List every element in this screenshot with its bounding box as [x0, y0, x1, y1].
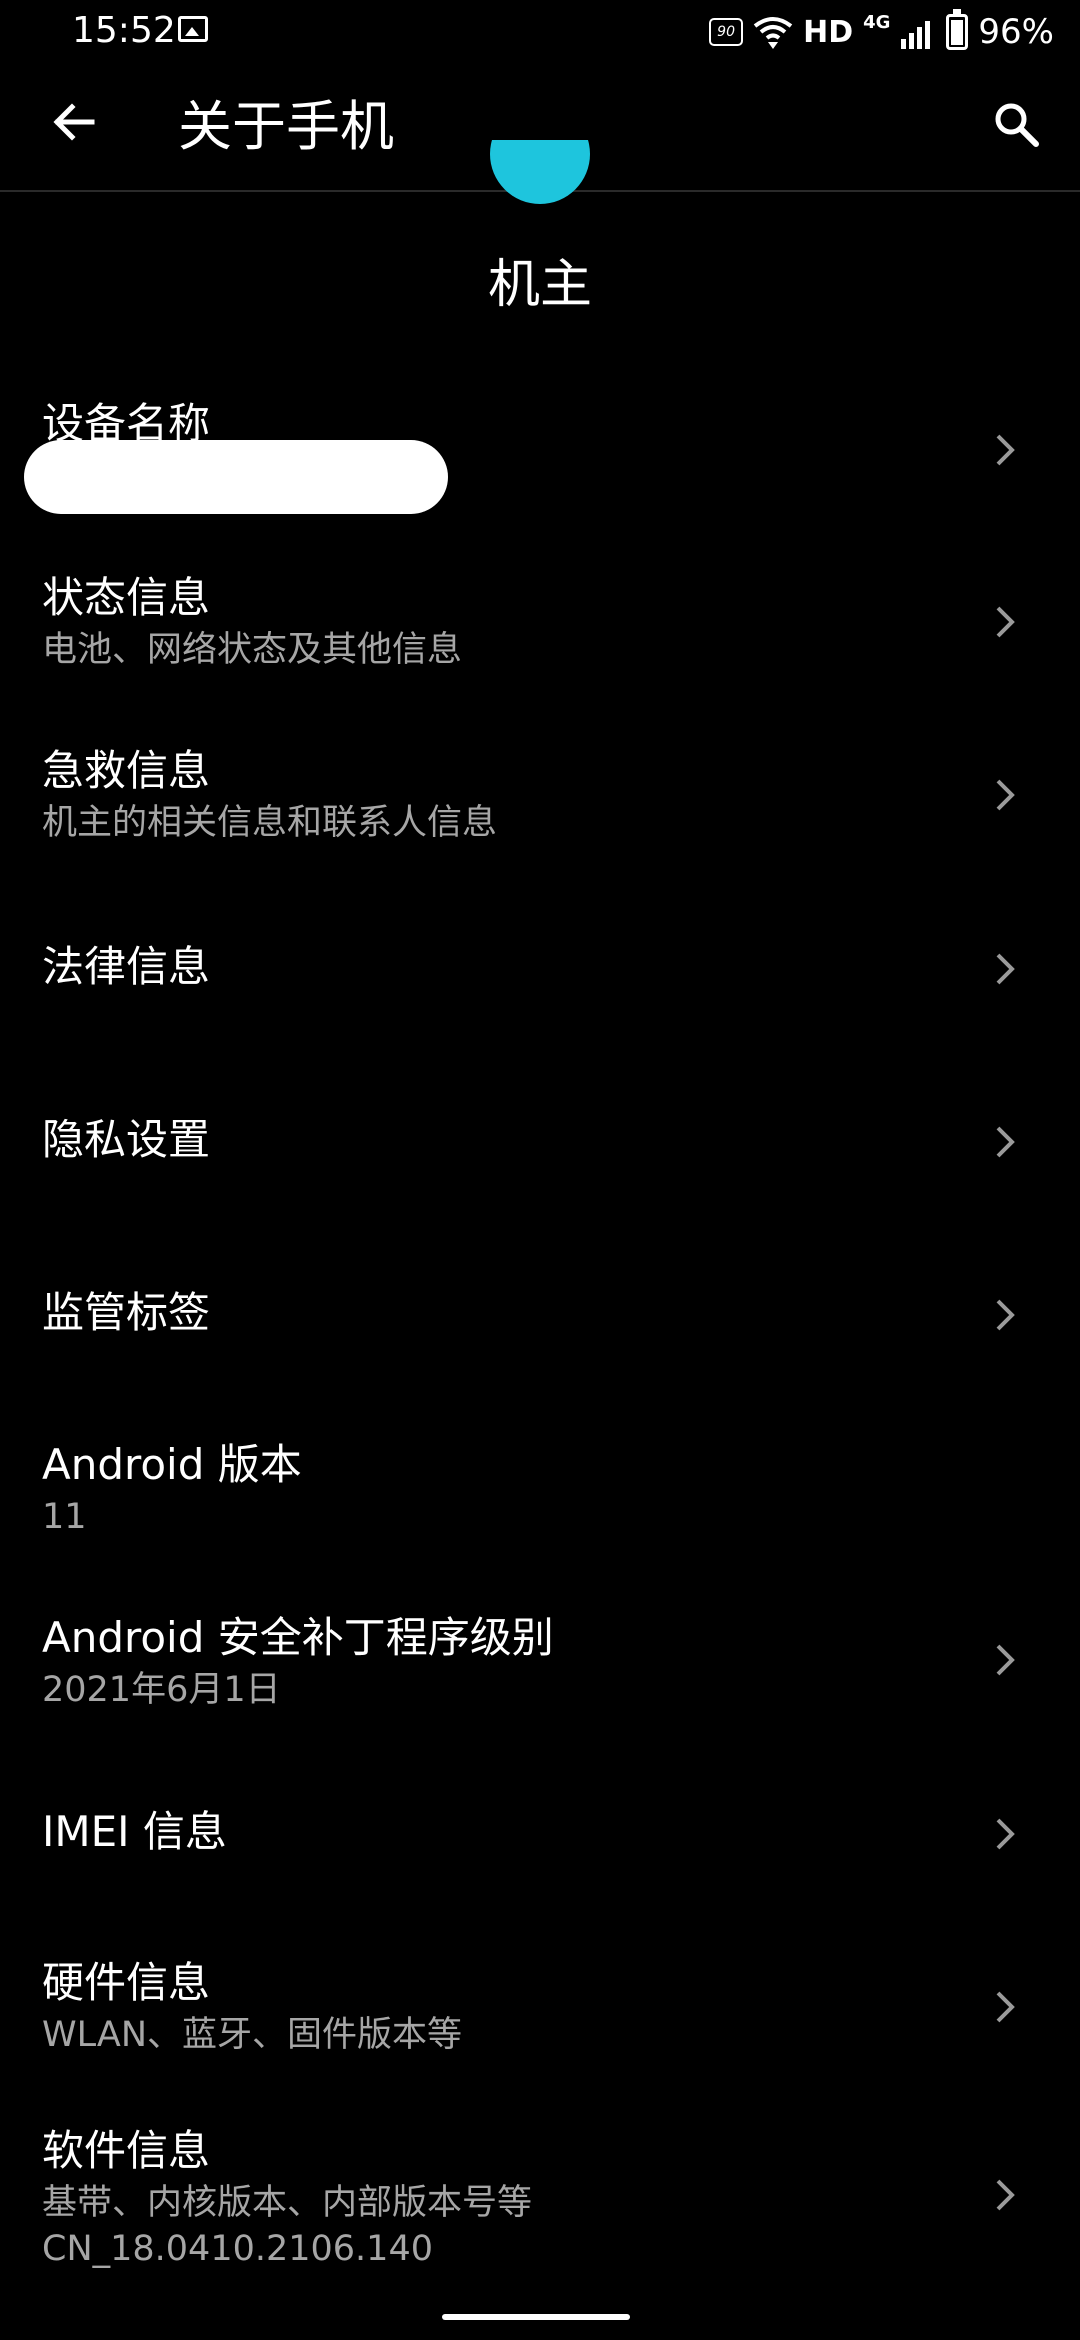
battery-percent: 96%: [978, 12, 1054, 52]
item-title: 硬件信息: [42, 1958, 211, 2007]
avatar[interactable]: [490, 140, 590, 218]
item-subtitle: WLAN、蓝牙、固件版本等: [42, 2015, 463, 2055]
battery-level: [951, 20, 964, 45]
wifi-icon: [753, 17, 793, 49]
image-notification-icon: [178, 16, 208, 42]
android-version-item[interactable]: Android 版本 11: [0, 1432, 1080, 1552]
clock: 15:52: [72, 10, 176, 51]
build-number: CN_18.0410.2106.140: [42, 2229, 433, 2269]
emergency-info-item[interactable]: 急救信息 机主的相关信息和联系人信息: [0, 738, 1080, 858]
arrow-back-icon: [53, 103, 95, 141]
chevron-right-icon: [996, 1644, 1015, 1676]
item-title: Android 版本: [42, 1440, 302, 1489]
item-subtitle: 电池、网络状态及其他信息: [42, 630, 463, 670]
item-title: 急救信息: [42, 746, 211, 795]
avatar-circle: [490, 140, 590, 204]
item-title: 软件信息: [42, 2126, 211, 2175]
item-title: 法律信息: [42, 942, 211, 991]
item-subtitle: 11: [42, 1497, 87, 1537]
chevron-right-icon: [996, 1991, 1015, 2023]
back-button[interactable]: [44, 92, 104, 152]
imei-info-item[interactable]: IMEI 信息: [0, 1785, 1080, 1885]
security-patch-item[interactable]: Android 安全补丁程序级别 2021年6月1日: [0, 1605, 1080, 1725]
status-icons: 90 HD 4G 96%: [709, 9, 1054, 54]
chevron-right-icon: [996, 434, 1015, 466]
hd-voice-icon: HD: [803, 14, 854, 50]
item-subtitle: 2021年6月1日: [42, 1670, 281, 1710]
search-button[interactable]: [984, 92, 1048, 156]
chevron-right-icon: [996, 779, 1015, 811]
chevron-right-icon: [996, 1126, 1015, 1158]
gesture-nav-handle[interactable]: [442, 2314, 630, 2320]
legal-info-item[interactable]: 法律信息: [0, 920, 1080, 1020]
software-info-item[interactable]: 软件信息 基带、内核版本、内部版本号等 CN_18.0410.2106.140: [0, 2118, 1080, 2278]
page-title: 关于手机: [178, 95, 394, 158]
item-title: IMEI 信息: [42, 1807, 227, 1856]
hardware-info-item[interactable]: 硬件信息 WLAN、蓝牙、固件版本等: [0, 1950, 1080, 2070]
chevron-right-icon: [996, 1299, 1015, 1331]
status-bar: 15:52 90 HD 4G 96%: [0, 0, 1080, 64]
privacy-settings-item[interactable]: 隐私设置: [0, 1093, 1080, 1193]
regulatory-labels-item[interactable]: 监管标签: [0, 1266, 1080, 1366]
item-title: 隐私设置: [42, 1115, 211, 1164]
item-subtitle: 基带、内核版本、内部版本号等: [42, 2183, 533, 2223]
network-type-icon: 4G: [863, 11, 891, 33]
owner-name: 机主: [487, 255, 592, 315]
chevron-right-icon: [996, 2179, 1015, 2211]
item-title: Android 安全补丁程序级别: [42, 1613, 554, 1662]
chevron-right-icon: [996, 606, 1015, 638]
item-title: 状态信息: [42, 573, 211, 622]
item-subtitle: 机主的相关信息和联系人信息: [42, 803, 498, 843]
redacted-device-name: [24, 440, 448, 514]
status-info-item[interactable]: 状态信息 电池、网络状态及其他信息: [0, 565, 1080, 685]
refresh-rate-icon: 90: [709, 18, 744, 46]
item-title: 监管标签: [42, 1288, 211, 1337]
search-icon: [995, 103, 1039, 147]
chevron-right-icon: [996, 1818, 1015, 1850]
battery-icon: [946, 9, 969, 50]
chevron-right-icon: [996, 953, 1015, 985]
signal-icon: [901, 21, 931, 49]
